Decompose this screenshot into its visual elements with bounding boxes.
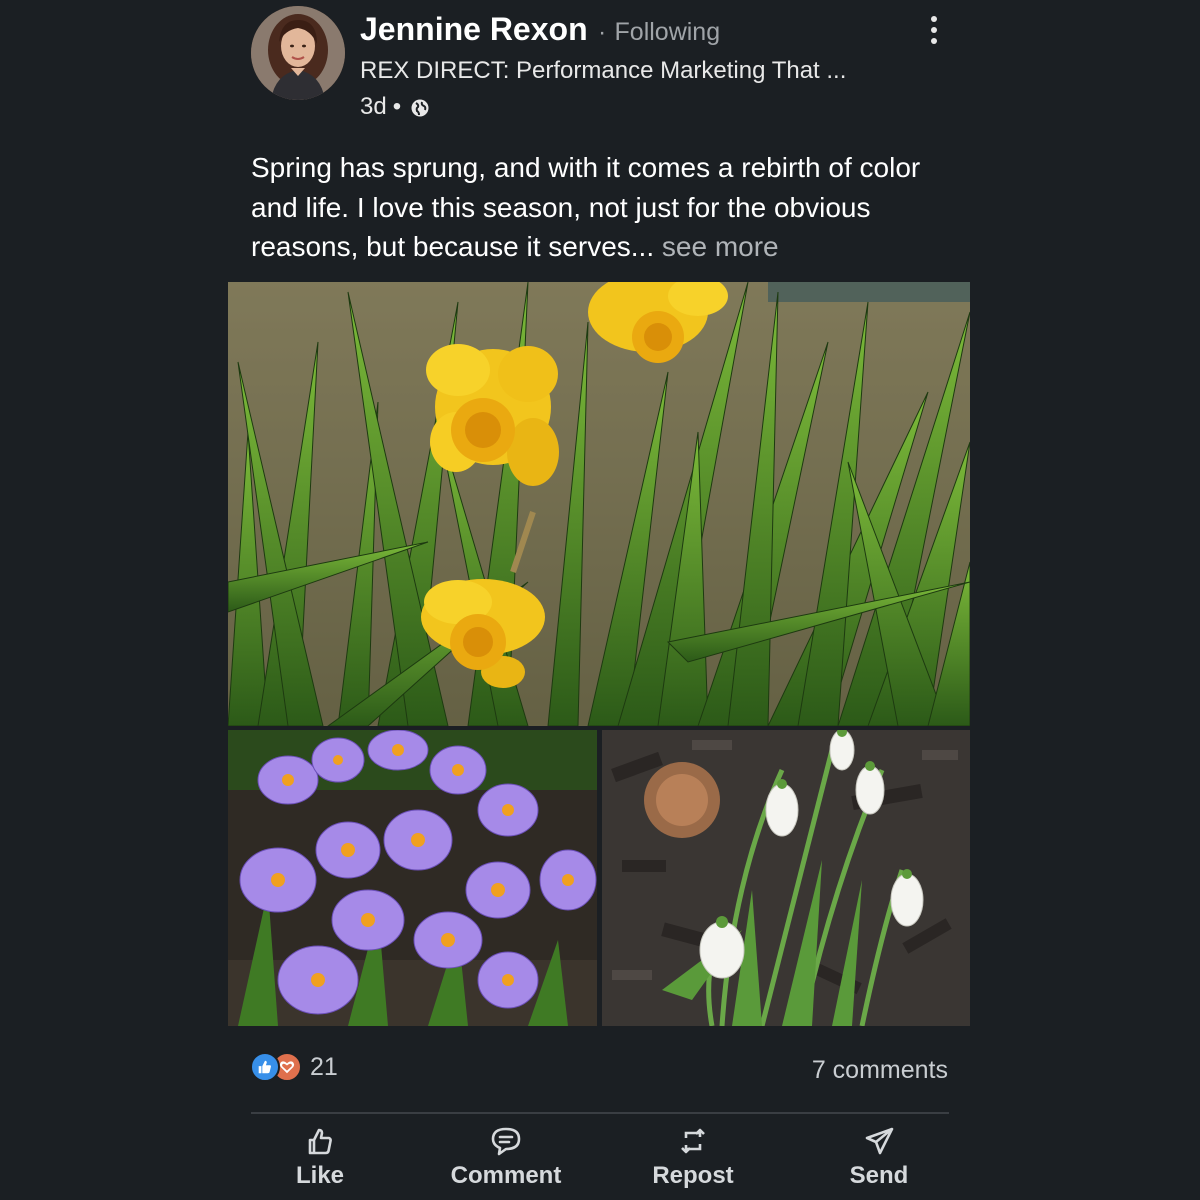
author-avatar[interactable] — [251, 6, 345, 100]
see-more-link[interactable]: see more — [654, 231, 779, 262]
author-headline: REX DIRECT: Performance Marketing That .… — [360, 57, 847, 84]
meta-separator: • — [392, 93, 402, 120]
like-label: Like — [295, 1162, 345, 1189]
follow-status: Following — [614, 18, 721, 46]
author-name[interactable]: Jennine Rexon — [360, 11, 588, 47]
feed-post: Jennine Rexon · Following REX DIRECT: Pe… — [0, 0, 1200, 1200]
send-icon — [865, 1127, 894, 1155]
more-options-icon[interactable] — [918, 12, 950, 48]
post-time: 3d — [360, 93, 387, 120]
like-reaction-icon — [250, 1052, 280, 1082]
thumbs-up-icon — [308, 1128, 332, 1155]
send-button[interactable]: Send — [809, 1124, 949, 1190]
post-meta: 3d • — [360, 93, 430, 121]
reactions-summary[interactable]: 21 — [250, 1052, 338, 1082]
comments-count[interactable]: 7 comments — [812, 1056, 948, 1085]
avatar-portrait — [251, 6, 345, 100]
repost-label: Repost — [652, 1162, 734, 1189]
comment-label: Comment — [450, 1162, 562, 1189]
repost-button[interactable]: Repost — [623, 1124, 763, 1190]
comment-icon — [491, 1127, 521, 1156]
name-separator: · — [598, 19, 607, 46]
reaction-count: 21 — [310, 1052, 338, 1081]
post-text: Spring has sprung, and with it comes a r… — [251, 148, 951, 267]
post-image-daffodils[interactable] — [228, 282, 970, 726]
globe-icon — [410, 97, 430, 117]
author-line: Jennine Rexon · Following — [360, 11, 720, 48]
post-image-crocuses[interactable] — [228, 730, 597, 1026]
post-body: Spring has sprung, and with it comes a r… — [251, 152, 921, 262]
like-button[interactable]: Like — [250, 1124, 390, 1190]
repost-icon — [681, 1128, 705, 1154]
post-image-snowdrops[interactable] — [602, 730, 970, 1026]
actions-divider — [251, 1112, 949, 1114]
comment-button[interactable]: Comment — [436, 1124, 576, 1190]
send-label: Send — [849, 1162, 909, 1189]
